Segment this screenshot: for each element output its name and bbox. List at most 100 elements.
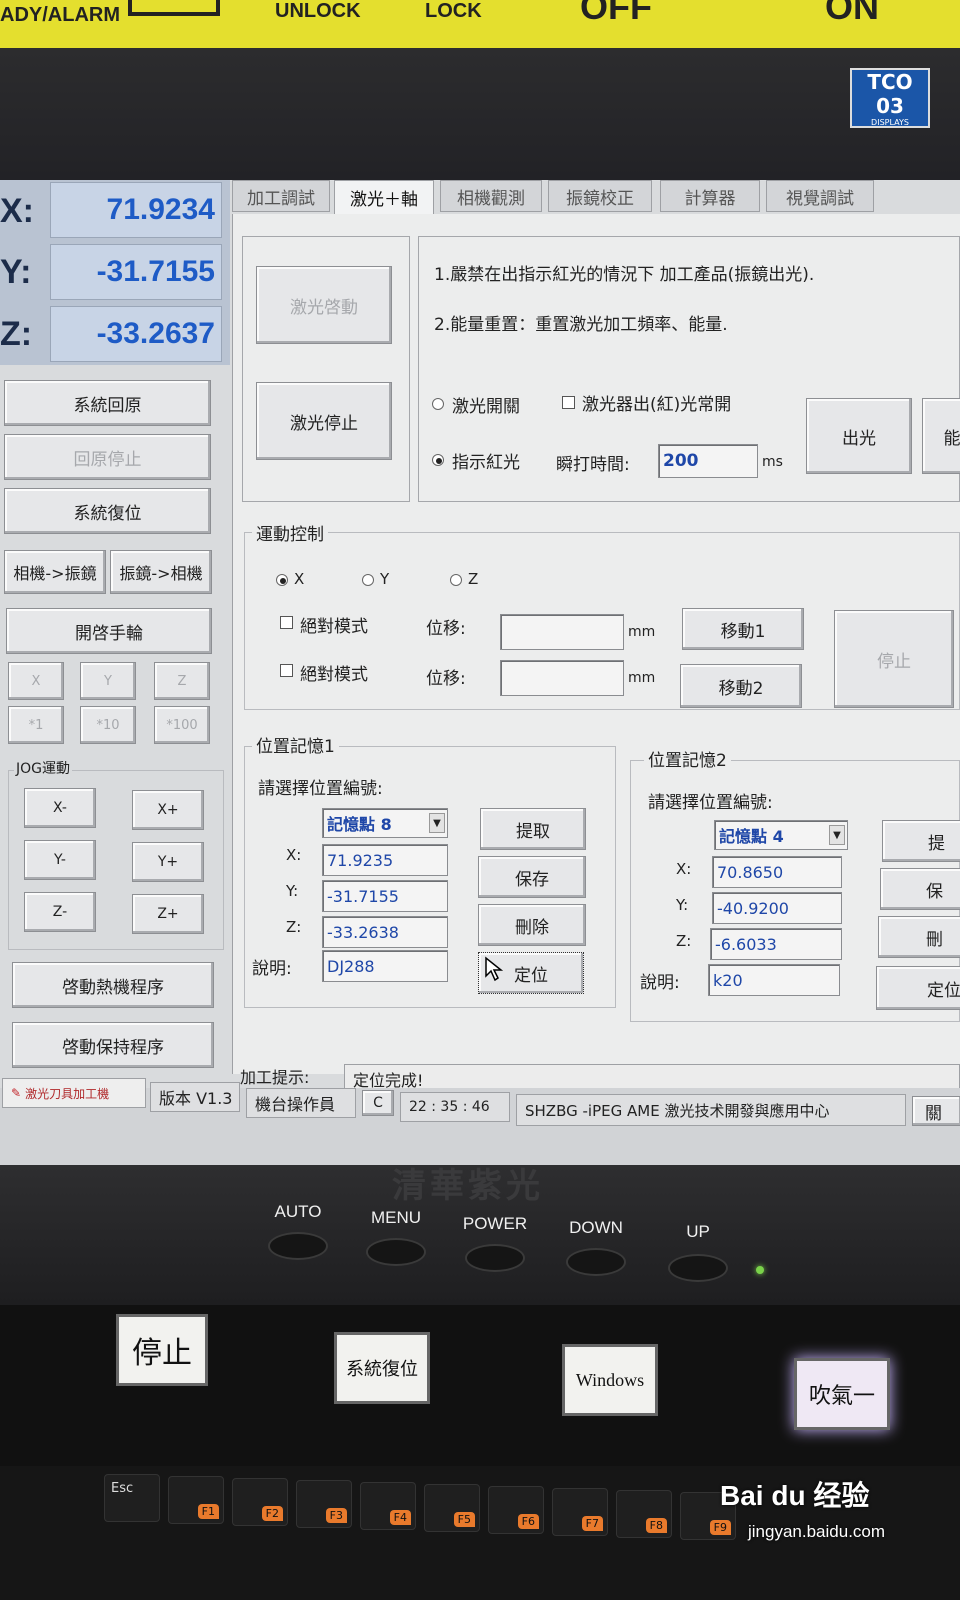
up-hw-button[interactable] (668, 1254, 728, 1282)
memory-1-fetch-button[interactable]: 提取 (480, 808, 586, 850)
mouse-cursor-icon (485, 956, 504, 982)
brand-logo: 清華紫光 (392, 1166, 544, 1206)
windows-key[interactable]: Windows (562, 1344, 658, 1416)
motion-stop-button[interactable]: 停止 (834, 610, 954, 708)
jog-y-minus-button[interactable]: Y- (24, 840, 96, 880)
down-hw-button[interactable] (566, 1248, 626, 1276)
camera-to-galvo-button[interactable]: 相機->振鏡 (4, 550, 106, 594)
step-x10-select[interactable]: *10 (80, 706, 136, 744)
esc-key[interactable]: Esc (104, 1474, 160, 1522)
clock: 22 : 35 : 46 (400, 1092, 510, 1122)
home-stop-button[interactable]: 回原停止 (4, 434, 211, 480)
memory-2-x-label: X: (676, 860, 692, 878)
system-reset-button[interactable]: 系統復位 (4, 488, 211, 534)
jog-z-plus-button[interactable]: Z+ (132, 894, 204, 934)
memory-1-x-field[interactable]: 71.9235 (322, 844, 448, 876)
laser-switch-radio[interactable] (432, 398, 444, 410)
motion-axis-y-label: Y (380, 570, 390, 588)
jog-z-minus-button[interactable]: Z- (24, 892, 96, 932)
f1-key-label: F1 (197, 1504, 219, 1519)
memory-1-y-field[interactable]: -31.7155 (322, 880, 448, 912)
f3-key-label: F3 (325, 1508, 347, 1523)
abs-mode-1-checkbox[interactable] (280, 616, 293, 629)
readout-x-value: 71.9234 (50, 182, 222, 238)
memory-1-delete-button[interactable]: 刪除 (478, 904, 586, 946)
f3-key[interactable]: F3 (296, 1480, 352, 1528)
abs-mode-2-checkbox[interactable] (280, 664, 293, 677)
emit-light-button[interactable]: 出光 (806, 398, 912, 474)
axis-x-select[interactable]: X (8, 662, 64, 700)
galvo-to-camera-button[interactable]: 振鏡->相機 (110, 550, 212, 594)
warm-program-button[interactable]: 啓動熱機程序 (12, 962, 214, 1008)
handwheel-button[interactable]: 開啓手輪 (6, 608, 212, 654)
motion-axis-x-radio[interactable] (276, 574, 288, 586)
memory-2-select[interactable]: 記憶點 4 ▼ (714, 820, 848, 850)
jog-y-plus-button[interactable]: Y+ (132, 842, 204, 882)
axis-y-select[interactable]: Y (80, 662, 136, 700)
mode-button[interactable]: C (362, 1090, 394, 1116)
tab-calculator[interactable]: 計算器 (660, 180, 760, 212)
close-button[interactable]: 關 (912, 1096, 960, 1126)
motion-axis-y-radio[interactable] (362, 574, 374, 586)
memory-1-save-button[interactable]: 保存 (478, 856, 586, 898)
motion-axis-z-radio[interactable] (450, 574, 462, 586)
jog-title: JOG運動 (14, 758, 72, 778)
step-x100-select[interactable]: *100 (154, 706, 210, 744)
displacement-2-unit: mm (628, 670, 656, 686)
tab-machining-debug[interactable]: 加工調試 (232, 180, 330, 212)
jog-x-minus-button[interactable]: X- (24, 788, 96, 828)
move-2-button[interactable]: 移動2 (680, 664, 802, 708)
jog-x-plus-button[interactable]: X+ (132, 790, 204, 830)
axis-z-select[interactable]: Z (154, 662, 210, 700)
memory-2-delete-button[interactable]: 刪 (878, 916, 960, 958)
alarm-bracket (128, 0, 220, 16)
stop-key[interactable]: 停止 (116, 1314, 208, 1386)
monitor-bezel-top (0, 48, 960, 180)
f2-key[interactable]: F2 (232, 1478, 288, 1526)
tab-vision-debug[interactable]: 視覺調試 (766, 180, 874, 212)
energy-reset-button[interactable]: 能 (922, 398, 960, 474)
hold-program-button[interactable]: 啓動保持程序 (12, 1022, 214, 1068)
chevron-down-icon[interactable]: ▼ (829, 825, 845, 845)
memory-1-select[interactable]: 記憶點 8 ▼ (322, 808, 448, 838)
pulse-time-unit: ms (762, 454, 783, 470)
power-hw-button[interactable] (465, 1244, 525, 1272)
memory-2-x-field[interactable]: 70.8650 (712, 856, 842, 888)
auto-hw-button[interactable] (268, 1232, 328, 1260)
memory-2-save-button[interactable]: 保 (880, 868, 960, 910)
memory-2-desc-field[interactable]: k20 (708, 964, 840, 996)
laser-start-button[interactable]: 激光啓動 (256, 266, 392, 344)
f7-key[interactable]: F7 (552, 1488, 608, 1536)
memory-2-fetch-button[interactable]: 提 (882, 820, 960, 862)
tab-galvo-calibrate[interactable]: 振鏡校正 (548, 180, 652, 212)
red-light-always-on-checkbox[interactable] (562, 396, 575, 409)
chevron-down-icon[interactable]: ▼ (429, 813, 445, 833)
pulse-time-input[interactable]: 200 (658, 444, 758, 478)
f6-key[interactable]: F6 (488, 1486, 544, 1534)
tab-laser-axis[interactable]: 激光＋軸 (334, 180, 434, 214)
baidu-watermark: Bai du 经验 (720, 1474, 950, 1554)
f8-key-label: F8 (645, 1518, 667, 1533)
displacement-2-input[interactable] (500, 660, 624, 696)
operator-label: 機台操作員 (246, 1088, 356, 1118)
step-x1-select[interactable]: *1 (8, 706, 64, 744)
memory-2-locate-button[interactable]: 定位 (876, 966, 960, 1010)
memory-1-z-field[interactable]: -33.2638 (322, 916, 448, 948)
f5-key[interactable]: F5 (424, 1484, 480, 1532)
system-reset-key[interactable]: 系統復位 (334, 1332, 430, 1404)
f8-key[interactable]: F8 (616, 1490, 672, 1538)
laser-stop-button[interactable]: 激光停止 (256, 382, 392, 460)
system-home-button[interactable]: 系統回原 (4, 380, 211, 426)
menu-hw-button[interactable] (366, 1238, 426, 1266)
tab-camera-observe[interactable]: 相機觀測 (440, 180, 542, 212)
move-1-button[interactable]: 移動1 (682, 608, 804, 650)
memory-1-desc-field[interactable]: DJ288 (322, 950, 448, 982)
memory-2-y-field[interactable]: -40.9200 (712, 892, 842, 924)
f4-key[interactable]: F4 (360, 1482, 416, 1530)
memory-2-z-field[interactable]: -6.6033 (710, 928, 842, 960)
down-label: DOWN (569, 1218, 623, 1237)
red-indicator-radio[interactable] (432, 454, 444, 466)
displacement-1-input[interactable] (500, 614, 624, 650)
air-blow-key[interactable]: 吹氣一 (794, 1358, 890, 1430)
f1-key[interactable]: F1 (168, 1476, 224, 1524)
